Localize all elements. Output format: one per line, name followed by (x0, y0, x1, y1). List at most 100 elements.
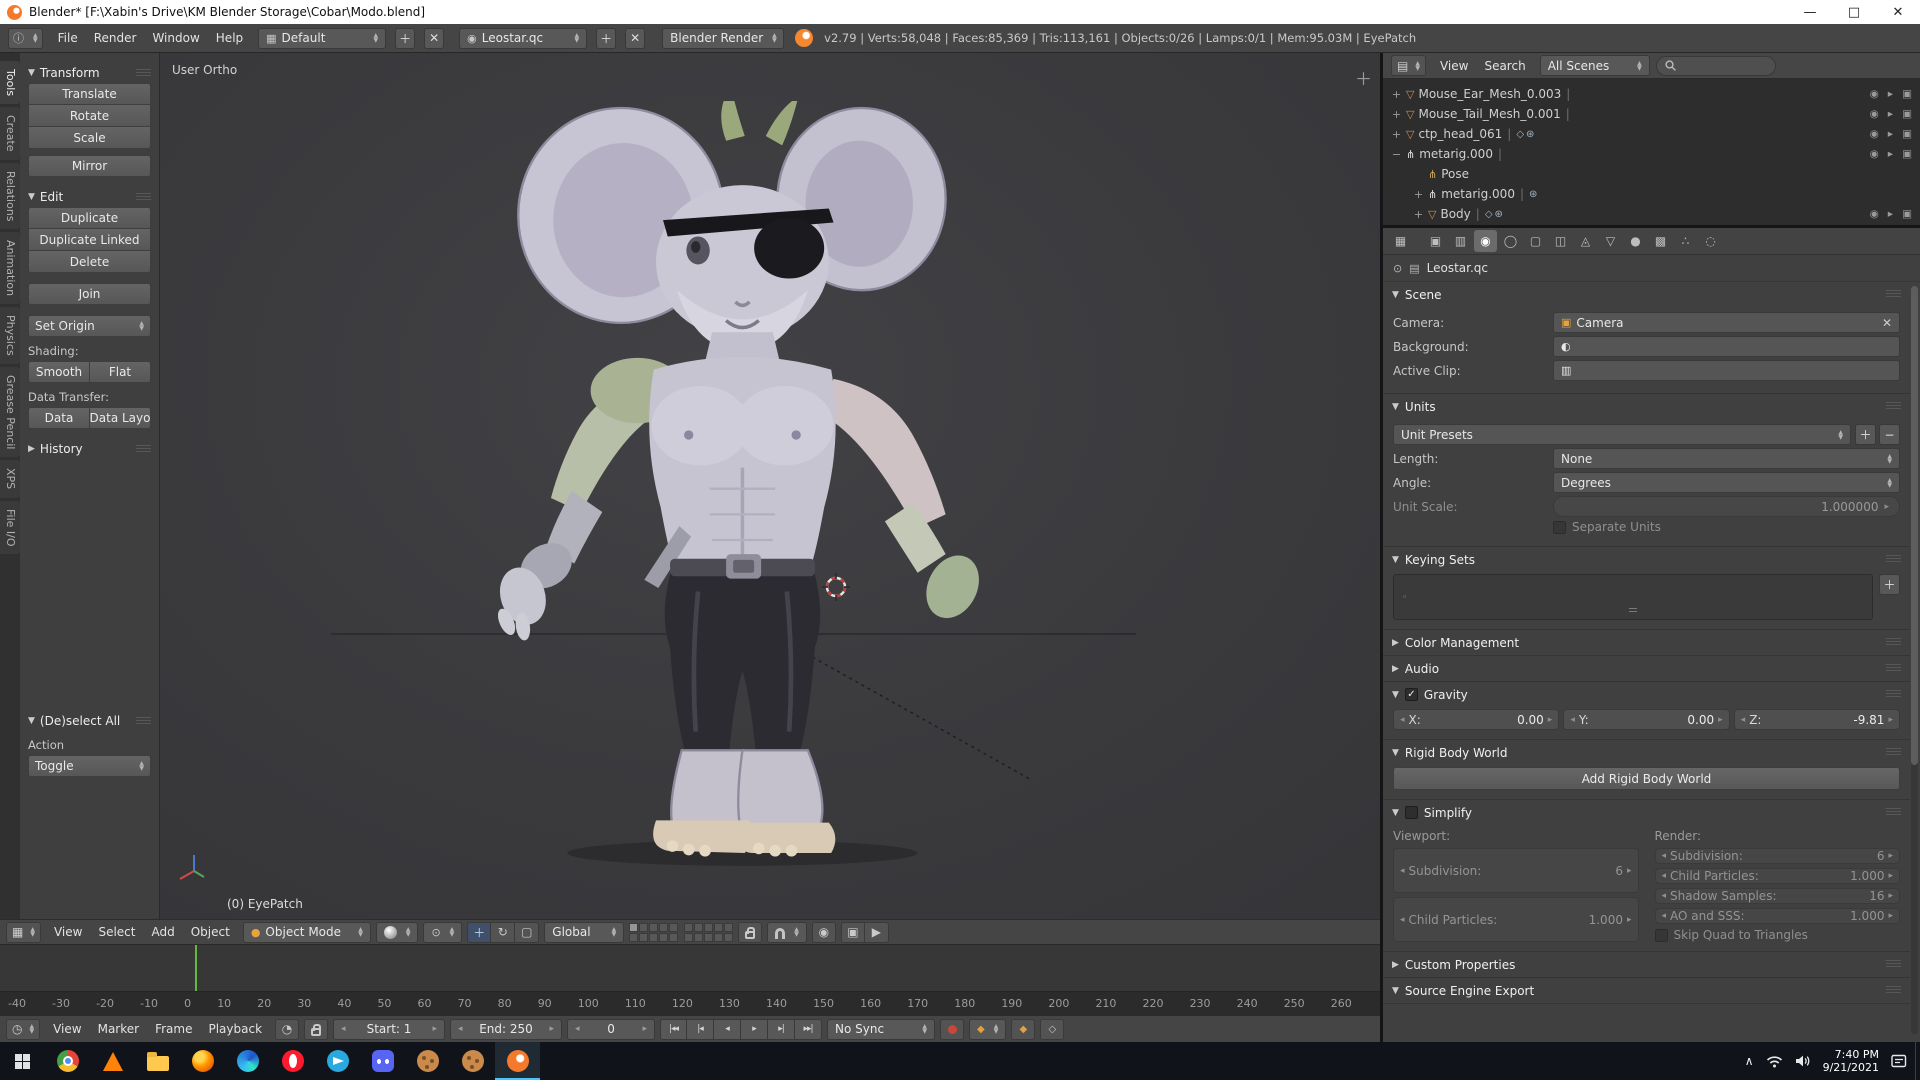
region-expand-icon[interactable]: ＋ (1355, 65, 1372, 90)
lock-to-scene-toggle[interactable] (738, 922, 762, 943)
cookie-clicker-icon-2[interactable] (450, 1042, 495, 1080)
minimize-button[interactable]: — (1788, 0, 1832, 24)
expand-icon[interactable]: + (1391, 108, 1402, 121)
tab-texture-icon[interactable]: ▩ (1649, 230, 1672, 252)
increment-icon[interactable]: ▸ (642, 1024, 647, 1034)
panel-header[interactable]: ▼ Gravity (1383, 682, 1910, 707)
gravity-y-field[interactable]: ◂ Y: 0.00 ▸ (1563, 709, 1729, 730)
increment-icon[interactable]: ▸ (1888, 715, 1893, 725)
drag-grip-icon[interactable] (136, 445, 151, 454)
wifi-icon[interactable] (1766, 1055, 1783, 1068)
selectable-icon[interactable]: ▸ (1888, 148, 1893, 160)
add-scene-button[interactable]: ＋ (596, 28, 616, 49)
mode-selector[interactable]: ● Object Mode (243, 922, 371, 943)
expand-icon[interactable]: + (1413, 208, 1424, 221)
play-button[interactable]: ▸ (741, 1019, 768, 1040)
increment-icon[interactable]: ▸ (1627, 915, 1632, 925)
editor-type-button[interactable]: ▦ (1389, 230, 1412, 252)
action-center-icon[interactable] (1891, 1054, 1907, 1068)
titlebar[interactable]: Blender* [F:\Xabin's Drive\KM Blender St… (0, 0, 1920, 24)
menu-item[interactable]: View (46, 922, 90, 942)
current-frame-field[interactable]: ◂ 0 ▸ (567, 1019, 655, 1040)
pivot-selector[interactable]: ⊙ (423, 922, 462, 943)
properties-scroll-area[interactable]: ▼ Scene Camera: ▣ Camera ✕ (1383, 282, 1920, 1042)
data-transfer-data-button[interactable]: Data (28, 407, 90, 429)
remove-preset-button[interactable]: − (1879, 424, 1900, 445)
length-dropdown[interactable]: None (1553, 448, 1900, 469)
set-origin-dropdown[interactable]: Set Origin (28, 315, 151, 337)
opengl-render-icon[interactable]: ▣ (841, 922, 865, 943)
hide-eye-icon[interactable]: ◉ (1870, 108, 1879, 120)
gravity-x-field[interactable]: ◂ X: 0.00 ▸ (1393, 709, 1559, 730)
panel-header[interactable]: ▶ Color Management (1383, 630, 1910, 655)
timeline-ruler[interactable]: -40-30-20-100102030405060708090100110120… (0, 991, 1380, 1015)
show-desktop-button[interactable] (1915, 1042, 1920, 1080)
hide-eye-icon[interactable]: ◉ (1870, 148, 1879, 160)
viewport-canvas[interactable]: (0) EyePatch (160, 53, 1380, 919)
decrement-icon[interactable]: ◂ (341, 1024, 346, 1034)
clear-icon[interactable]: ✕ (1882, 316, 1892, 330)
vlc-icon[interactable] (90, 1042, 135, 1080)
add-keying-set-button[interactable]: ＋ (1879, 574, 1900, 595)
increment-icon[interactable]: ▸ (1888, 851, 1893, 861)
outliner-row[interactable]: + ▽ Mouse_Ear_Mesh_0.003 | ◉▸▣ (1391, 84, 1912, 104)
layer-group-2[interactable] (684, 923, 733, 942)
menu-item[interactable]: View (1432, 56, 1476, 76)
chrome-icon[interactable] (45, 1042, 90, 1080)
expand-icon[interactable]: + (1391, 88, 1402, 101)
auto-keyframe-record-button[interactable] (940, 1019, 964, 1040)
firefox-icon[interactable] (180, 1042, 225, 1080)
increment-icon[interactable]: ▸ (1888, 891, 1893, 901)
keying-set-selector[interactable]: ◆ (969, 1019, 1006, 1040)
delete-keyframe-button[interactable]: ◇ (1040, 1019, 1064, 1040)
play-reverse-button[interactable]: ◂ (714, 1019, 741, 1040)
unit-scale-slider[interactable]: 1.000000 ▸ (1553, 496, 1900, 517)
render-child-particles-field[interactable]: ◂ Child Particles: 1.000 ▸ (1655, 868, 1901, 884)
selectable-icon[interactable]: ▸ (1888, 108, 1893, 120)
proportional-edit-toggle[interactable]: ◉ (812, 922, 836, 943)
selectable-icon[interactable]: ▸ (1888, 128, 1893, 140)
tab-object-icon[interactable]: ▢ (1524, 230, 1547, 252)
render-restrict-icon[interactable]: ▣ (1902, 128, 1912, 140)
editor-type-button[interactable]: ▦ (6, 922, 41, 943)
layer-group-1[interactable] (629, 923, 678, 942)
simplify-checkbox[interactable] (1405, 806, 1418, 819)
expand-icon[interactable]: + (1391, 128, 1402, 141)
shelf-tab-relations[interactable]: Relations (0, 163, 20, 230)
sync-mode-selector[interactable]: No Sync (827, 1019, 935, 1040)
shelf-tab-tools[interactable]: Tools (0, 61, 20, 104)
editor-type-button[interactable]: ▤ (1391, 55, 1426, 76)
increment-icon[interactable]: ▸ (549, 1024, 554, 1034)
rotate-manipulator-icon[interactable]: ↻ (491, 922, 515, 943)
increment-icon[interactable]: ▸ (1718, 715, 1723, 725)
edge-icon[interactable] (225, 1042, 270, 1080)
outliner-search-input[interactable] (1656, 56, 1776, 76)
scale-button[interactable]: Scale (28, 127, 151, 149)
expand-icon[interactable]: + (1413, 188, 1424, 201)
drag-grip-icon[interactable] (1886, 664, 1901, 673)
increment-icon[interactable]: ▸ (1884, 502, 1889, 512)
editor-type-button[interactable]: ⓘ (8, 28, 43, 49)
decrement-icon[interactable]: ◂ (1400, 915, 1405, 925)
translate-manipulator-icon[interactable]: ＋ (467, 922, 491, 943)
scrollbar-thumb[interactable] (1911, 286, 1918, 765)
shelf-tab-animation[interactable]: Animation (0, 232, 20, 304)
outliner-row[interactable]: + ▽ ctp_head_061 | ◇⊛ ◉▸▣ (1391, 124, 1912, 144)
render-restrict-icon[interactable]: ▣ (1902, 88, 1912, 100)
increment-icon[interactable]: ▸ (1888, 911, 1893, 921)
viewport-subdivision-field[interactable]: ◂ Subdivision: 6 ▸ (1393, 848, 1639, 893)
panel-header[interactable]: ▼ Units (1383, 394, 1910, 419)
opera-icon[interactable] (270, 1042, 315, 1080)
drag-grip-icon[interactable] (136, 717, 151, 726)
outliner-row[interactable]: + ⋔ metarig.000 | ⊛ (1391, 184, 1912, 204)
drag-grip-icon[interactable] (1886, 290, 1901, 299)
panel-header[interactable]: ▼ Keying Sets (1383, 547, 1910, 572)
decrement-icon[interactable]: ◂ (458, 1024, 463, 1034)
tray-expand-icon[interactable]: ∧ (1745, 1054, 1754, 1068)
tab-modifiers-icon[interactable]: ◬ (1574, 230, 1597, 252)
join-button[interactable]: Join (28, 283, 151, 305)
decrement-icon[interactable]: ◂ (1741, 715, 1746, 725)
panel-header[interactable]: ▶ Audio (1383, 656, 1910, 681)
jump-to-start-button[interactable]: |◂◂ (660, 1019, 687, 1040)
panel-header[interactable]: ▶ Custom Properties (1383, 952, 1910, 977)
